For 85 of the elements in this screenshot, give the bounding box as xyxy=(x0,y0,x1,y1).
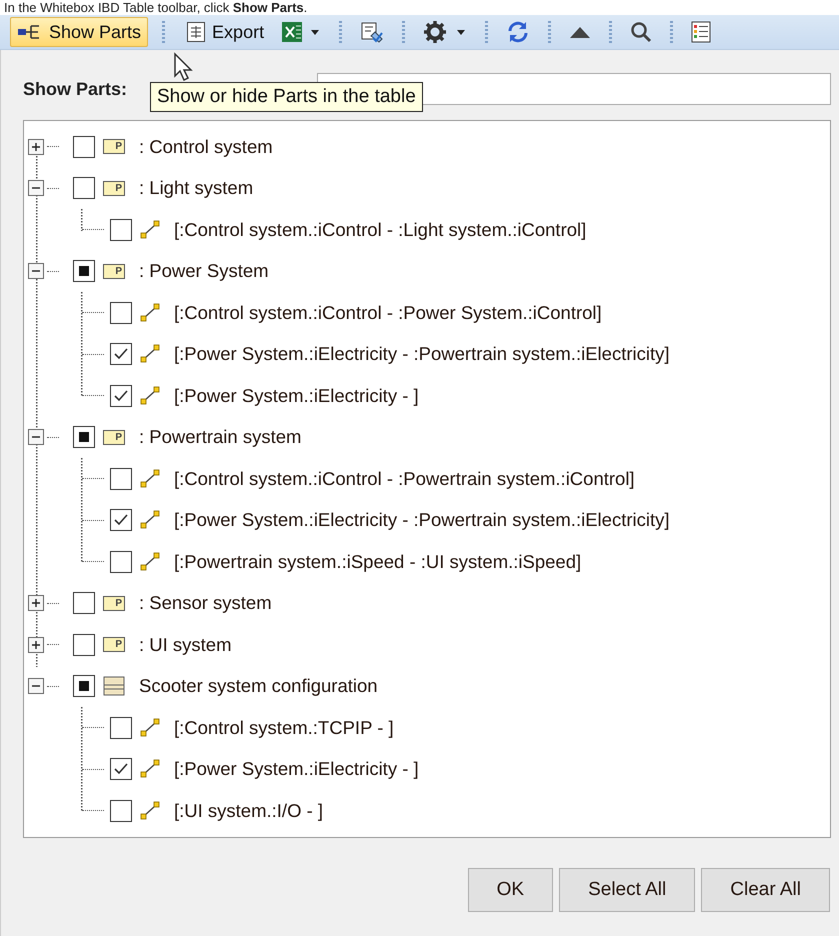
expand-icon[interactable] xyxy=(28,636,44,653)
collapse-icon[interactable] xyxy=(28,429,44,446)
tree-item-label[interactable]: [:Power System.:iElectricity - :Powertrain system.:iElectricity] xyxy=(174,343,670,366)
tree-item-label[interactable]: : Powertrain system xyxy=(139,426,302,448)
tree-item-label[interactable]: [:UI system.:I/O - ] xyxy=(174,800,324,822)
plus-icon xyxy=(31,142,41,152)
checkbox[interactable] xyxy=(110,758,132,780)
configuration-icon xyxy=(103,676,125,696)
tree-item-label[interactable]: [:Control system.:iControl - :Light system.:iControl] xyxy=(174,218,586,241)
part-icon: P xyxy=(103,430,125,445)
checkbox[interactable] xyxy=(110,302,132,324)
expand-icon[interactable] xyxy=(28,595,44,612)
checkbox[interactable] xyxy=(73,592,95,614)
tree-item-label[interactable]: [:Power System.:iElectricity - :Powertrain system.:iElectricity] xyxy=(174,509,670,532)
spreadsheet-icon xyxy=(281,21,322,43)
connector-icon xyxy=(140,220,160,240)
tree-item-label[interactable]: [:Control system.:iControl - :Powertrain system.:iControl] xyxy=(174,468,635,490)
tree-item-label[interactable]: [:Control system.:TCPIP - ] xyxy=(174,716,394,739)
tree-item-label[interactable]: [:Powertrain system.:iSpeed - :UI system.:iSpeed] xyxy=(174,550,582,573)
select-all-button[interactable]: Select All xyxy=(559,868,696,912)
checkbox[interactable] xyxy=(110,716,132,739)
connector-icon xyxy=(140,718,160,738)
plus-icon xyxy=(31,640,41,650)
part-icon: P xyxy=(103,264,125,279)
checkbox[interactable] xyxy=(73,426,95,448)
checkbox[interactable] xyxy=(110,384,132,407)
clear-all-button[interactable]: Clear All xyxy=(701,868,830,912)
list-icon xyxy=(691,21,712,43)
checkbox[interactable] xyxy=(110,218,132,241)
triangle-up-icon xyxy=(569,25,592,39)
connector-icon xyxy=(140,510,160,530)
tree-item-label[interactable]: [:Control system.:iControl - :Power System.:iControl] xyxy=(174,302,602,324)
collapse-icon[interactable] xyxy=(28,678,44,694)
checkbox[interactable] xyxy=(110,509,132,532)
tree-item-label[interactable]: : Light system xyxy=(139,177,254,200)
field-label: Show Parts: xyxy=(23,78,128,100)
checkbox[interactable] xyxy=(110,800,132,822)
checkmark-icon xyxy=(113,388,129,403)
checkmark-icon xyxy=(113,762,129,776)
part-icon: P xyxy=(103,637,125,652)
connector-icon xyxy=(140,800,160,821)
checkbox[interactable] xyxy=(110,343,132,366)
plus-icon xyxy=(31,598,41,608)
tree-item-label[interactable]: : UI system xyxy=(139,634,232,656)
checkbox[interactable] xyxy=(110,550,132,573)
expand-icon[interactable] xyxy=(28,138,44,155)
tooltip: Show or hide Parts in the table xyxy=(150,82,423,112)
export-button[interactable]: Export xyxy=(179,17,272,47)
cursor-icon xyxy=(173,52,195,82)
collapse-icon[interactable] xyxy=(28,263,44,280)
part-icon: P xyxy=(103,596,125,611)
connector-icon xyxy=(140,386,160,406)
tree-item-label[interactable]: Scooter system configuration xyxy=(139,675,378,698)
refresh-icon xyxy=(506,20,530,44)
search-icon xyxy=(630,21,652,43)
ok-button[interactable]: OK xyxy=(468,868,554,912)
checkbox[interactable] xyxy=(73,136,95,158)
part-icon: P xyxy=(103,139,125,154)
filled-square-icon xyxy=(79,681,89,692)
checkbox[interactable] xyxy=(73,675,95,698)
tree-item-label[interactable]: : Power System xyxy=(139,260,269,282)
filled-square-icon xyxy=(79,432,89,442)
checkbox[interactable] xyxy=(73,177,95,200)
collapse-icon[interactable] xyxy=(28,180,44,196)
checkbox[interactable] xyxy=(110,468,132,490)
connector-icon xyxy=(140,552,160,572)
filled-square-icon xyxy=(79,266,89,276)
document-check-icon xyxy=(360,20,384,44)
tree-item-label[interactable]: : Control system xyxy=(139,136,273,158)
connector-icon xyxy=(140,468,160,489)
connector-icon xyxy=(140,344,160,364)
checkmark-icon xyxy=(113,347,129,362)
caption-text: In the Whitebox IBD Table toolbar, click Show Parts. xyxy=(4,0,308,15)
tree-item-label[interactable]: : Sensor system xyxy=(139,592,272,614)
checkmark-icon xyxy=(113,513,129,528)
checkbox[interactable] xyxy=(73,634,95,656)
connector-icon xyxy=(140,302,160,323)
connector-icon xyxy=(140,759,160,780)
show-parts-button[interactable]: Show Parts xyxy=(10,17,148,47)
settings-icon xyxy=(423,20,468,44)
document-icon xyxy=(186,21,206,43)
tree-item-label[interactable]: [:Power System.:iElectricity - ] xyxy=(174,384,419,407)
checkbox[interactable] xyxy=(73,260,95,282)
tree-item-label[interactable]: [:Power System.:iElectricity - ] xyxy=(174,758,419,780)
part-icon: P xyxy=(103,180,125,196)
